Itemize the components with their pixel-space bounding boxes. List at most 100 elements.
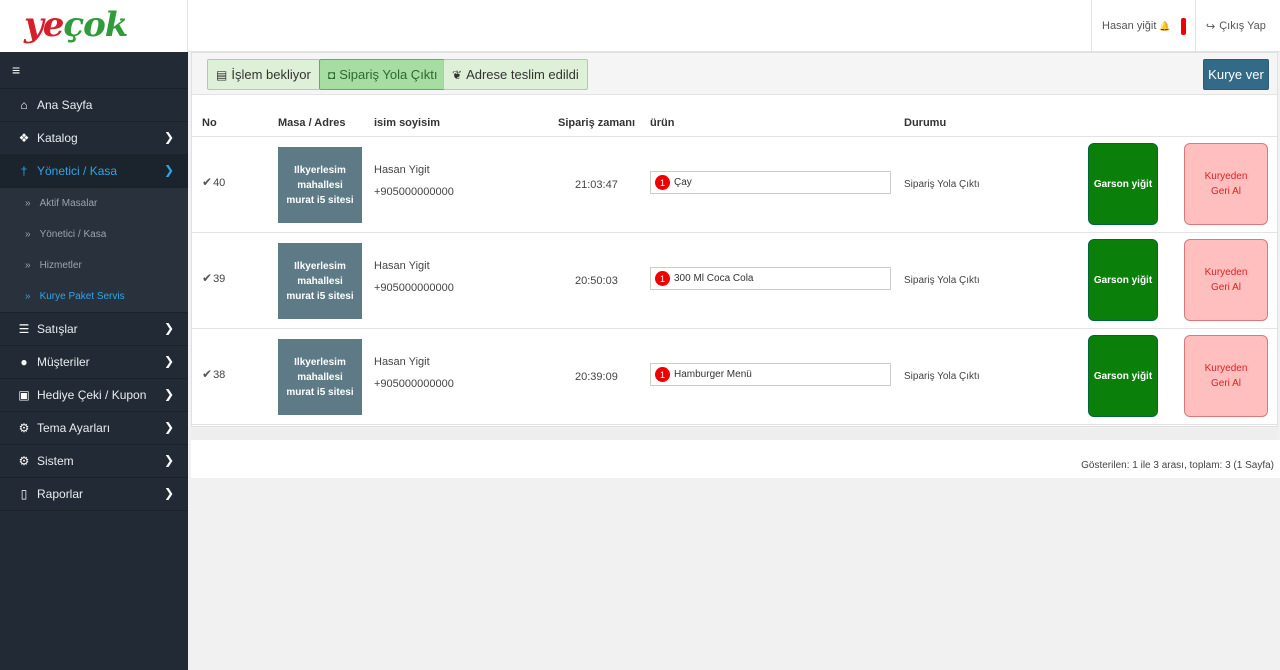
col-address: Masa / Adres <box>278 117 346 129</box>
kuryeden-geri-al-button[interactable]: Kuryeden Geri Al <box>1184 335 1268 417</box>
check-icon[interactable]: ✔ <box>202 175 212 189</box>
sidebar-subitem-label: Hizmetler <box>39 260 82 271</box>
filter-siparis-yola-cikti-button[interactable]: ◘ Sipariş Yola Çıktı <box>319 59 447 90</box>
filter-islem-bekliyor-button[interactable]: ▤ İşlem bekliyor <box>207 59 320 90</box>
quantity-badge: 1 <box>655 175 670 190</box>
check-icon[interactable]: ✔ <box>202 367 212 381</box>
file-icon: ▯ <box>20 487 28 501</box>
pagination-footer: Gösterilen: 1 ile 3 arası, toplam: 3 (1 … <box>191 440 1280 478</box>
chevron-right-icon: ❯ <box>163 486 174 500</box>
address-box: Ilkyerlesim mahallesi murat i5 sitesi <box>278 243 362 319</box>
sidebar-subitem-label: Aktif Masalar <box>39 198 98 209</box>
order-time: 20:50:03 <box>575 275 618 287</box>
row-no-value: 39 <box>213 273 226 285</box>
table-row: ✔39 Ilkyerlesim mahallesi murat i5 sites… <box>192 233 1277 329</box>
hamburger-icon[interactable]: ≡ <box>12 62 20 78</box>
pagination-info: Gösterilen: 1 ile 3 arası, toplam: 3 (1 … <box>1081 460 1274 471</box>
kuryeden-geri-al-button[interactable]: Kuryeden Geri Al <box>1184 143 1268 225</box>
col-time: Sipariş zamanı <box>558 117 636 129</box>
filter-label: Sipariş Yola Çıktı <box>339 67 438 82</box>
sidebar-item-raporlar[interactable]: ▯ Raporlar ❯ <box>0 478 188 511</box>
sidebar-item-yonetici-kasa[interactable]: † Yönetici / Kasa ❯ <box>0 155 188 188</box>
user-icon: ● <box>20 355 28 369</box>
sidebar-toggle[interactable]: ≡ <box>0 52 188 89</box>
sidebar-subitem-aktif-masalar[interactable]: » Aktif Masalar <box>0 188 188 219</box>
notification-indicator <box>1180 17 1186 35</box>
row-no-value: 38 <box>213 369 226 381</box>
row-no[interactable]: ✔40 <box>202 175 225 189</box>
gift-icon: ▣ <box>18 388 30 402</box>
row-no-value: 40 <box>213 177 226 189</box>
kurye-ver-button[interactable]: Kurye ver <box>1203 59 1269 90</box>
table-row: ✔40 Ilkyerlesim mahallesi murat i5 sites… <box>192 137 1277 233</box>
product-item: 1 Hamburger Menü <box>650 363 891 386</box>
sidebar-subitem-hizmetler[interactable]: » Hizmetler <box>0 250 188 281</box>
kuryeden-geri-al-button[interactable]: Kuryeden Geri Al <box>1184 239 1268 321</box>
chevron-right-icon: ❯ <box>163 420 174 434</box>
utensils-icon: † <box>20 164 28 178</box>
sidebar-item-label: Raporlar <box>37 487 84 501</box>
home-icon: ⌂ <box>20 98 28 112</box>
logo-part-cok: çok <box>63 5 128 45</box>
filter-label: İşlem bekliyor <box>231 67 311 82</box>
product-name: 300 Ml Coca Cola <box>674 273 754 284</box>
address-box: Ilkyerlesim mahallesi murat i5 sitesi <box>278 339 362 415</box>
panel-gap <box>191 428 1278 440</box>
sidebar-submenu: » Aktif Masalar » Yönetici / Kasa » Hizmetl… <box>0 188 188 313</box>
garson-button[interactable]: Garson yiğit <box>1088 335 1158 417</box>
chevron-right-icon: ❯ <box>163 354 174 368</box>
top-header: yeçok Hasan yiğit 🔔 ↪ Çıkış Yap <box>0 0 1280 52</box>
user-menu[interactable]: Hasan yiğit 🔔 <box>1091 0 1196 52</box>
address-box: Ilkyerlesim mahallesi murat i5 sitesi <box>278 147 362 223</box>
customer-name: Hasan Yigit <box>374 164 430 176</box>
sidebar-item-tema-ayarlari[interactable]: ⚙ Tema Ayarları ❯ <box>0 412 188 445</box>
filter-adrese-teslim-button[interactable]: ❦ Adrese teslim edildi <box>443 59 588 90</box>
check-icon[interactable]: ✔ <box>202 271 212 285</box>
sidebar-item-sistem[interactable]: ⚙ Sistem ❯ <box>0 445 188 478</box>
sidebar-item-hediye-ceki[interactable]: ▣ Hediye Çeki / Kupon ❯ <box>0 379 188 412</box>
id-card-icon: ▤ <box>216 67 228 82</box>
logout-label: Çıkış Yap <box>1219 20 1266 32</box>
order-status: Sipariş Yola Çıktı <box>904 275 980 286</box>
sidebar-item-ana-sayfa[interactable]: ⌂ Ana Sayfa <box>0 89 188 122</box>
car-icon: ◘ <box>328 67 336 82</box>
chevron-right-icon: ❯ <box>163 130 174 144</box>
order-status: Sipariş Yola Çıktı <box>904 179 980 190</box>
garson-button[interactable]: Garson yiğit <box>1088 143 1158 225</box>
cart-icon: ☰ <box>18 322 30 336</box>
user-name: Hasan yiğit <box>1102 20 1157 32</box>
sidebar-item-katalog[interactable]: ❖ Katalog ❯ <box>0 122 188 155</box>
chevron-right-icon: ❯ <box>163 387 174 401</box>
customer-phone: +905000000000 <box>374 186 454 198</box>
order-status: Sipariş Yola Çıktı <box>904 371 980 382</box>
sidebar-subitem-yonetici-kasa[interactable]: » Yönetici / Kasa <box>0 219 188 250</box>
filter-label: Adrese teslim edildi <box>466 67 579 82</box>
product-item: 1 300 Ml Coca Cola <box>650 267 891 290</box>
sidebar-item-label: Sistem <box>37 454 74 468</box>
logout-button[interactable]: ↪ Çıkış Yap <box>1196 0 1280 52</box>
handshake-icon: ❦ <box>452 67 463 82</box>
row-no[interactable]: ✔39 <box>202 271 225 285</box>
garson-button[interactable]: Garson yiğit <box>1088 239 1158 321</box>
product-name: Çay <box>674 177 692 188</box>
order-time: 21:03:47 <box>575 179 618 191</box>
row-no[interactable]: ✔38 <box>202 367 225 381</box>
table-header: No Masa / Adres isim soyisim Sipariş zam… <box>192 95 1277 137</box>
sidebar-item-label: Tema Ayarları <box>37 421 111 435</box>
double-chevron-icon: » <box>25 229 31 240</box>
double-chevron-icon: » <box>25 198 31 209</box>
col-name: isim soyisim <box>374 117 441 129</box>
gear-icon: ⚙ <box>18 454 30 468</box>
sidebar-item-label: Müşteriler <box>37 355 90 369</box>
cogs-icon: ⚙ <box>18 421 30 435</box>
customer-phone: +905000000000 <box>374 378 454 390</box>
tags-icon: ❖ <box>18 131 30 145</box>
logo[interactable]: yeçok <box>24 4 128 46</box>
sidebar-item-satislar[interactable]: ☰ Satışlar ❯ <box>0 313 188 346</box>
chevron-right-icon: ❯ <box>163 163 174 177</box>
sidebar-subitem-kurye-paket-servis[interactable]: » Kurye Paket Servis <box>0 281 188 312</box>
logo-container[interactable]: yeçok <box>0 0 188 52</box>
bell-icon[interactable]: 🔔 <box>1159 21 1170 32</box>
customer-name: Hasan Yigit <box>374 356 430 368</box>
sidebar-item-musteriler[interactable]: ● Müşteriler ❯ <box>0 346 188 379</box>
